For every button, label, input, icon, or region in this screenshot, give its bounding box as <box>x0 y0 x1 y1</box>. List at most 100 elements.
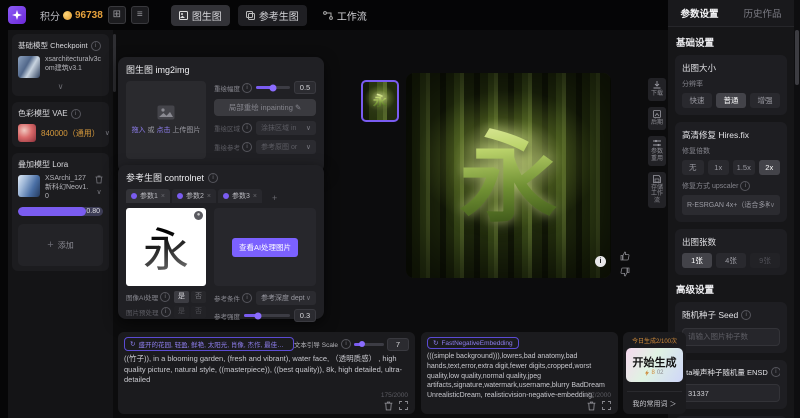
resolution-label: 分辨率 <box>682 79 780 89</box>
close-icon[interactable]: × <box>207 193 211 200</box>
chevron-down-icon[interactable]: ∨ <box>18 82 103 91</box>
count-4[interactable]: 4张 <box>716 253 746 268</box>
upload-hint: 拖入 或 点击 上传图片 <box>132 125 201 135</box>
info-icon[interactable]: i <box>242 293 252 303</box>
basic-settings-header: 基础设置 <box>676 35 787 49</box>
vae-selector[interactable]: 840000（通用） ∨ <box>18 124 103 142</box>
view-ai-processed-button[interactable]: 查看AI处理图片 <box>232 238 298 257</box>
info-icon[interactable]: i <box>208 173 218 183</box>
tab-workflow[interactable]: 工作流 <box>315 5 375 26</box>
expand-icon[interactable] <box>399 401 408 410</box>
image-info-icon[interactable]: i <box>595 256 606 267</box>
ref-strength-slider[interactable] <box>244 314 290 317</box>
controlnet-source-image[interactable]: 永 ● <box>126 208 206 286</box>
image-upload-dropzone[interactable]: 拖入 或 点击 上传图片 <box>126 81 206 159</box>
canvas-scrollbar[interactable] <box>113 34 116 92</box>
hires-2x[interactable]: 2x <box>759 160 781 175</box>
hires-none[interactable]: 无 <box>682 160 704 175</box>
add-lora-button[interactable]: + 添加 <box>18 224 103 266</box>
denoise-slider[interactable] <box>256 86 290 89</box>
thumbs-down-icon[interactable] <box>620 267 630 277</box>
reuse-params-button[interactable]: 参数重用 <box>648 136 666 166</box>
controlnet-tab-3[interactable]: 参数3× <box>218 189 262 203</box>
batch-count-options: 1张 4张 9张 <box>682 253 780 268</box>
checkpoint-item[interactable]: xsarchitecturalv3com建筑v3.1 <box>18 56 103 78</box>
controlnet-tab-2[interactable]: 参数2× <box>172 189 216 203</box>
grid-view-icon[interactable]: ⊞ <box>108 6 126 24</box>
negative-prompt-footer: 477/2000 <box>584 392 611 411</box>
info-icon[interactable]: i <box>91 41 101 51</box>
info-icon[interactable]: i <box>771 367 780 377</box>
ai-process-yes-button[interactable]: 是 <box>174 291 189 303</box>
lora-item[interactable]: XSArchi_127新科幻Neov1.0 ∨ <box>18 175 103 201</box>
sparkle-icon <box>12 10 22 20</box>
delete-lora-icon[interactable] <box>95 175 103 184</box>
menu-icon[interactable]: ≡ <box>131 6 149 24</box>
redraw-area-select[interactable]: 涂抹区域 in∨ <box>256 121 316 135</box>
positive-prompt-panel: ↻ 盛开的花园, 轻盈, 鲜艳, 太阳光, 肖像, 杰作, 最佳质量 文本引导 … <box>118 332 415 414</box>
info-icon[interactable]: i <box>741 310 751 320</box>
negative-embedding-pill[interactable]: ↻ FastNegativeEmbedding <box>427 337 519 349</box>
seed-input[interactable] <box>682 328 780 346</box>
post-edit-button[interactable]: 后期 <box>648 107 666 130</box>
hires-1-5x[interactable]: 1.5x <box>733 160 755 175</box>
edit-image-icon <box>653 110 661 118</box>
image-options-icon[interactable]: ● <box>194 211 203 220</box>
generate-button[interactable]: 开始生成 8 02 <box>626 348 683 382</box>
controlnet-panel: 参考生图 controlnet i 参数1× 参数2× 参数3× + 永 ● 查看… <box>118 165 324 319</box>
controlnet-tab-1[interactable]: 参数1× <box>126 189 170 203</box>
favorite-prompts-link[interactable]: 我的常用词 ＞ <box>627 391 682 409</box>
info-icon[interactable]: i <box>341 339 351 349</box>
refresh-icon[interactable]: ↻ <box>433 339 438 347</box>
resolution-fast[interactable]: 快速 <box>682 93 712 108</box>
info-icon[interactable]: i <box>740 181 750 191</box>
cfg-scale-slider[interactable] <box>354 343 384 346</box>
lora-weight-slider[interactable]: 0.80 <box>18 207 103 216</box>
tab-parameters[interactable]: 参数设置 <box>680 6 718 20</box>
generated-image[interactable]: 永 <box>406 73 611 278</box>
info-icon[interactable]: i <box>242 83 252 93</box>
clear-prompt-icon[interactable] <box>587 401 596 411</box>
scrollbar-thumb[interactable] <box>795 30 799 85</box>
resolution-enhanced[interactable]: 增强 <box>750 93 780 108</box>
resolution-normal[interactable]: 普通 <box>716 93 746 108</box>
info-icon[interactable]: i <box>71 109 81 119</box>
refresh-icon[interactable]: ↻ <box>130 340 135 348</box>
advanced-settings-header: 高级设置 <box>676 282 787 296</box>
inpaint-button[interactable]: 局部重绘 inpainting ✎ <box>214 99 316 116</box>
settings-scrollbar[interactable] <box>794 0 800 418</box>
download-button[interactable]: 下载 <box>648 78 666 101</box>
pencil-icon: ✎ <box>295 103 301 112</box>
chevron-down-icon: ∨ <box>306 295 311 302</box>
clear-prompt-icon[interactable] <box>384 401 393 411</box>
count-1[interactable]: 1张 <box>682 253 712 268</box>
inpaint-label: 局部重绘 inpainting <box>229 103 293 112</box>
tab-ref-generate[interactable]: 参考生图 <box>238 5 307 26</box>
positive-prompt-textarea[interactable]: ((竹子)), in a blooming garden, (fresh and… <box>124 354 409 400</box>
controlnet-title: 参考生图 controlnet <box>126 171 204 184</box>
ensd-input[interactable] <box>682 384 780 402</box>
thumbs-up-icon[interactable] <box>620 251 630 261</box>
resolution-options: 快速 普通 增强 <box>682 93 780 108</box>
unit-dot-icon <box>177 193 183 199</box>
info-icon[interactable]: i <box>160 292 170 302</box>
ref-condition-select[interactable]: 参考深度 dept∨ <box>256 291 316 305</box>
expand-icon[interactable] <box>602 401 611 410</box>
tab-img2img[interactable]: 图生图 <box>171 5 230 26</box>
prompt-tags-pill[interactable]: ↻ 盛开的花园, 轻盈, 鲜艳, 太阳光, 肖像, 杰作, 最佳质量 <box>124 337 294 351</box>
close-icon[interactable]: × <box>161 193 165 200</box>
result-thumbnail[interactable]: 永 <box>361 80 399 122</box>
main-tabs: 图生图 参考生图 工作流 <box>171 5 375 26</box>
save-workflow-button[interactable]: 存储工作流 <box>648 172 666 209</box>
chevron-down-icon[interactable]: ∨ <box>96 189 101 196</box>
app-logo-icon[interactable] <box>8 6 26 24</box>
ai-process-no-button[interactable]: 否 <box>191 291 206 303</box>
count-9: 9张 <box>750 253 780 268</box>
generate-label: 开始生成 <box>633 354 677 370</box>
add-controlnet-tab[interactable]: + <box>264 193 285 203</box>
tab-history[interactable]: 历史作品 <box>743 6 781 20</box>
redraw-ref-select[interactable]: 参考原图 or∨ <box>256 140 316 154</box>
hires-1x[interactable]: 1x <box>708 160 730 175</box>
close-icon[interactable]: × <box>253 193 257 200</box>
upscaler-select[interactable]: R-ESRGAN 4x+（适合多种风∨ <box>682 195 780 215</box>
